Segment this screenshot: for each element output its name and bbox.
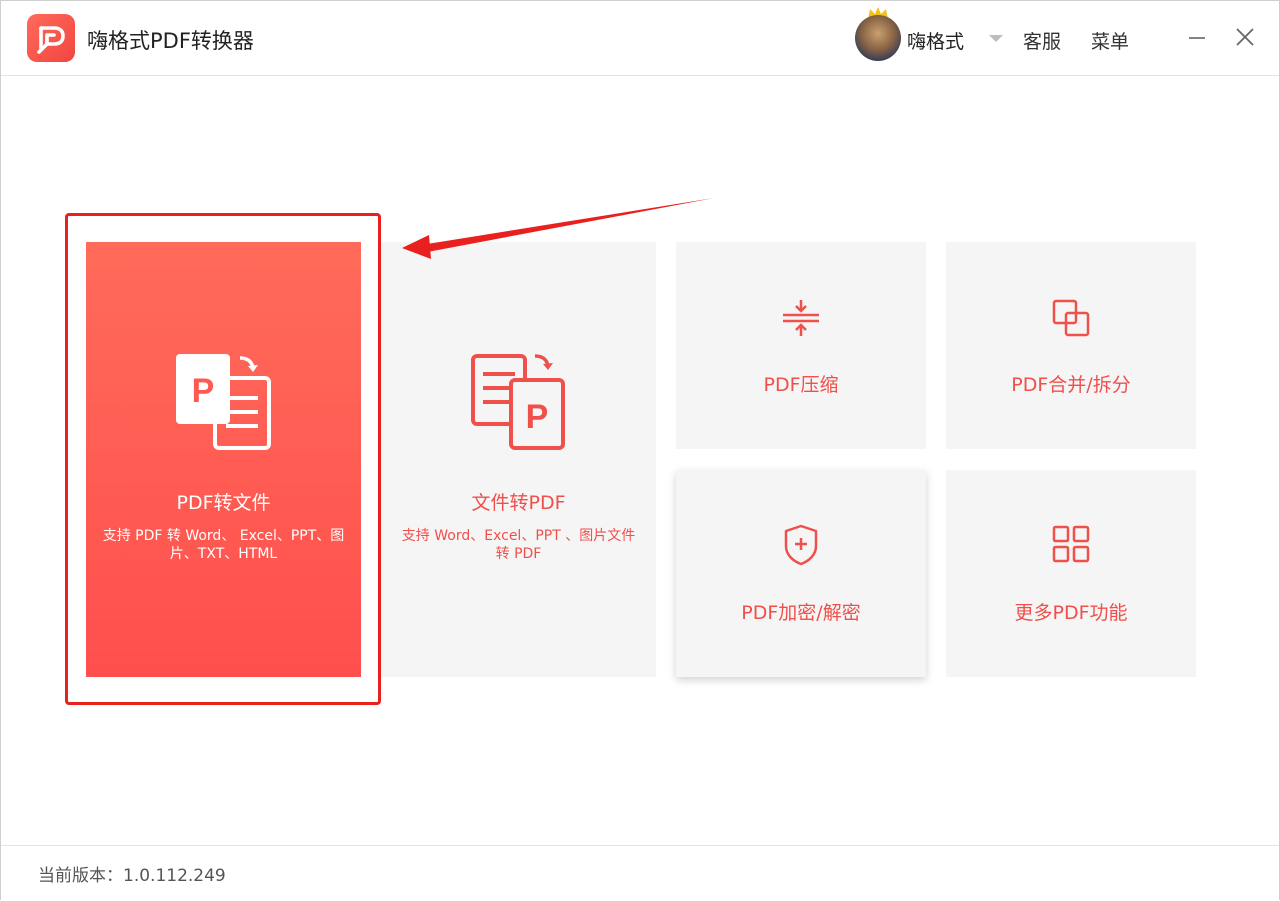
app-title: 嗨格式PDF转换器: [87, 29, 254, 53]
card-description: 支持 Word、Excel、PPT 、图片文件转 PDF: [401, 528, 636, 562]
more-features-card[interactable]: 更多PDF功能: [946, 470, 1196, 677]
file-to-pdf-card[interactable]: P 文件转PDF 支持 Word、Excel、PPT 、图片文件转 PDF: [381, 242, 656, 677]
shield-icon: [784, 524, 818, 566]
username[interactable]: 嗨格式: [907, 27, 964, 54]
close-icon[interactable]: [1231, 23, 1259, 51]
avatar[interactable]: [855, 15, 901, 61]
encrypt-decrypt-card[interactable]: PDF加密/解密: [676, 470, 926, 677]
card-title: 文件转PDF: [471, 492, 566, 514]
version-label: 当前版本：1.0.112.249: [38, 866, 226, 886]
minimize-icon[interactable]: [1183, 23, 1211, 51]
merge-split-card[interactable]: PDF合并/拆分: [946, 242, 1196, 449]
service-link[interactable]: 客服: [1023, 27, 1061, 54]
chevron-down-icon[interactable]: [989, 35, 1003, 42]
card-title: PDF加密/解密: [741, 602, 861, 624]
file-to-pdf-icon: P: [471, 354, 565, 450]
card-title: 更多PDF功能: [1014, 602, 1128, 624]
app-window: 嗨格式PDF转换器 嗨格式 客服 菜单 P PDF转文件 支持 PDF 转 Wo…: [0, 0, 1280, 900]
app-logo-icon: [27, 14, 75, 62]
svg-text:P: P: [526, 398, 549, 436]
compress-icon: [783, 300, 819, 336]
merge-split-icon: [1052, 299, 1090, 337]
card-title: PDF压缩: [763, 374, 839, 396]
compress-card[interactable]: PDF压缩: [676, 242, 926, 449]
title-bar: 嗨格式PDF转换器 嗨格式 客服 菜单: [1, 1, 1279, 76]
status-bar: 当前版本：1.0.112.249: [1, 845, 1279, 900]
card-title: PDF合并/拆分: [1011, 374, 1131, 396]
grid-icon: [1052, 525, 1090, 563]
menu-link[interactable]: 菜单: [1091, 27, 1129, 54]
highlight-box: [65, 213, 381, 705]
